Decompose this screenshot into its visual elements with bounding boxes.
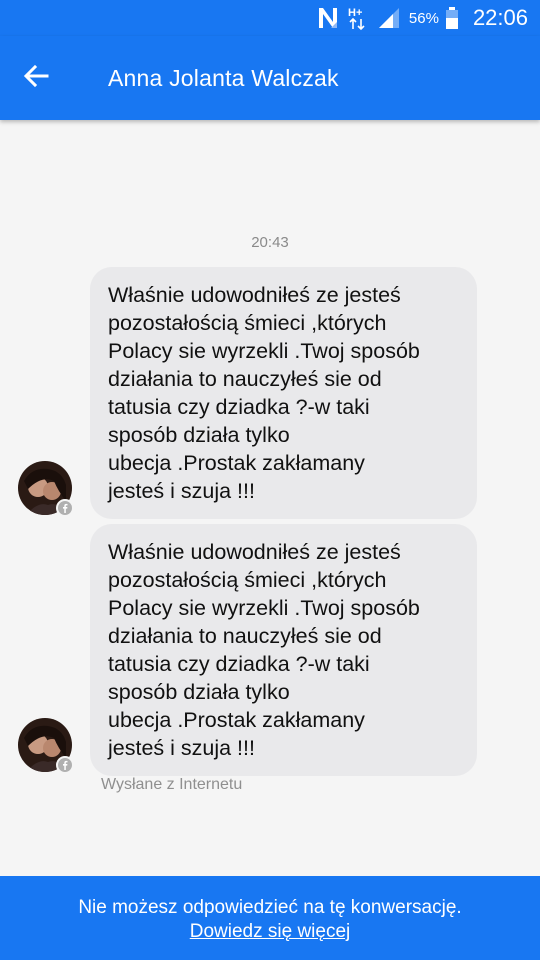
back-button[interactable]: [0, 36, 72, 120]
conversation-header: Anna Jolanta Walczak: [0, 36, 540, 120]
sent-from-label: Wysłane z Internetu: [101, 776, 243, 793]
network-type-icon: H+: [347, 5, 369, 31]
facebook-badge-icon: [56, 756, 74, 774]
svg-text:H+: H+: [348, 7, 362, 19]
arrow-back-icon: [22, 62, 50, 95]
learn-more-link[interactable]: Dowiedz się więcej: [190, 920, 351, 944]
signal-icon: [377, 6, 401, 30]
battery-percent: 56%: [408, 9, 439, 27]
messenger-screen: H+ 56% 22:06 Anna Jolanta Walczak 20:43 …: [0, 0, 540, 960]
battery-icon: [445, 6, 459, 30]
status-clock: 22:06: [472, 5, 528, 30]
contact-name-title[interactable]: Anna Jolanta Walczak: [108, 65, 339, 92]
message-bubble[interactable]: Właśnie udowodniłeś ze jesteś pozostałoś…: [90, 524, 477, 776]
status-bar: H+ 56% 22:06: [0, 0, 540, 36]
message-list[interactable]: 20:43 Właśnie udowodniłeś ze jesteś pozo…: [0, 120, 540, 876]
n-icon: [317, 6, 339, 30]
avatar[interactable]: [18, 718, 74, 774]
cannot-reply-banner: Nie możesz odpowiedzieć na tę konwersacj…: [0, 876, 540, 960]
message-timestamp: 20:43: [251, 234, 289, 251]
avatar[interactable]: [18, 461, 74, 517]
cannot-reply-notice: Nie możesz odpowiedzieć na tę konwersacj…: [78, 897, 462, 918]
message-bubble[interactable]: Właśnie udowodniłeś ze jesteś pozostałoś…: [90, 267, 477, 519]
facebook-badge-icon: [56, 499, 74, 517]
